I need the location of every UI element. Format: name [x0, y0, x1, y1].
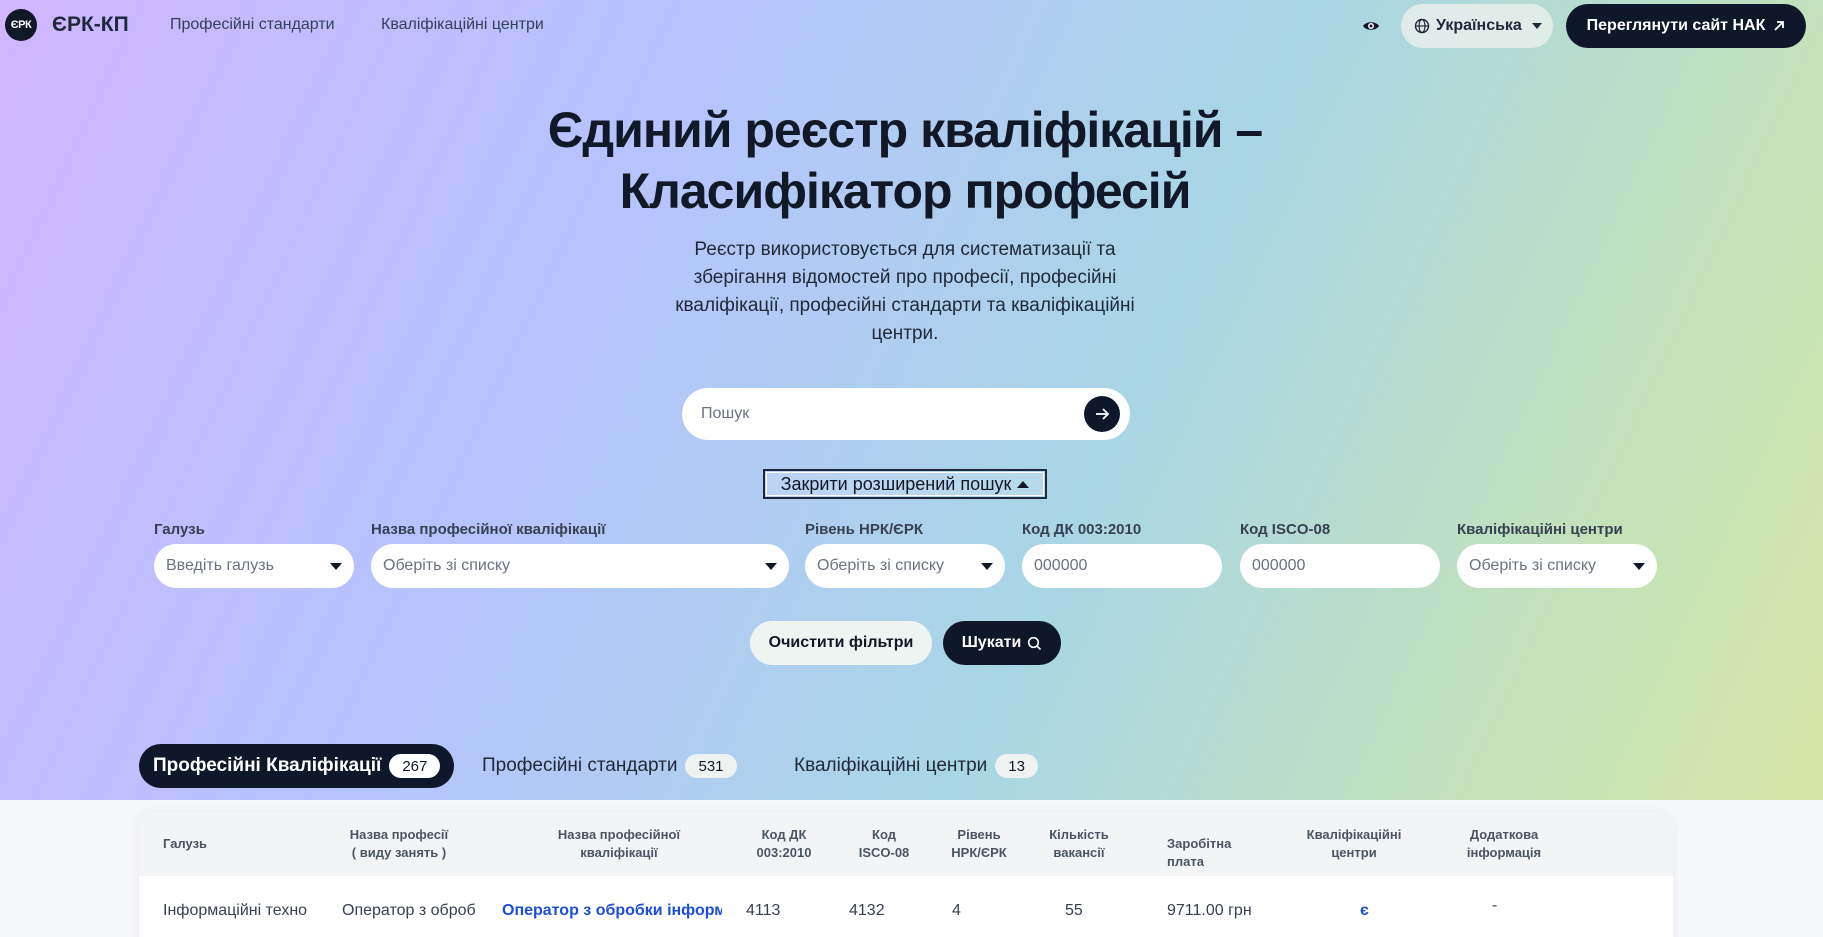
nav-link-qualification-centers[interactable]: Кваліфікаційні центри — [381, 16, 544, 34]
clear-filters-button[interactable]: Очистити фільтри — [750, 621, 932, 665]
site-header: ЄРК ЄРК-КП Професійні стандарти Кваліфік… — [0, 0, 1823, 52]
column-header-salary: Заробітна плата — [1167, 836, 1232, 869]
globe-icon — [1414, 18, 1430, 34]
column-header-profession-name: Назва професії ( виду занять ) — [349, 827, 449, 860]
column-header-qualification-centers: Кваліфікаційні центри — [1306, 827, 1402, 860]
tab-count-badge: 13 — [995, 754, 1038, 778]
page-title-line2: Класифікатор професій — [619, 163, 1192, 219]
filter-label-nqf-level: Рівень НРК/ЄРК — [805, 521, 923, 538]
filter-industry-placeholder: Введіть галузь — [166, 557, 274, 574]
filter-qualification-name-placeholder: Оберіть зі списку — [383, 557, 511, 574]
tab-label: Професійні стандарти — [482, 755, 678, 776]
tab-count-badge: 531 — [685, 754, 737, 778]
column-header-qualification-name: Назва професійної кваліфікації — [557, 827, 681, 860]
logo-text[interactable]: ЄРК-КП — [52, 13, 129, 37]
filter-label-qualification-centers: Кваліфікаційні центри — [1457, 521, 1623, 538]
advanced-search-toggle[interactable]: Закрити розширений пошук — [763, 469, 1047, 499]
cell-industry: Інформаційні техно — [163, 902, 308, 919]
filter-isco-code-placeholder: 000000 — [1252, 557, 1306, 574]
search-icon — [1028, 636, 1042, 650]
column-header-industry: Галузь — [163, 836, 208, 851]
tab-professional-qualifications[interactable]: Професійні Кваліфікації 267 — [139, 744, 455, 788]
column-header-vacancies: Кількість вакансії — [1049, 827, 1109, 860]
page-subtitle: Реєстр використовується для систематизац… — [675, 239, 1135, 344]
eye-icon[interactable] — [1361, 16, 1381, 36]
filter-qualification-centers-placeholder: Оберіть зі списку — [1469, 557, 1597, 574]
view-nak-site-label: Переглянути сайт НАК — [1586, 17, 1766, 34]
nav-link-professional-standards[interactable]: Професійні стандарти — [170, 16, 335, 34]
tab-label: Професійні Кваліфікації — [153, 755, 382, 776]
cell-dk-code: 4113 — [746, 902, 781, 919]
page-title-line1: Єдиний реєстр кваліфікацій – — [547, 102, 1263, 158]
chevron-down-icon — [981, 563, 993, 570]
column-header-nqf-level: Рівень НРК/ЄРК — [951, 827, 1007, 860]
chevron-down-icon — [1633, 563, 1645, 570]
cell-qualification-name-link[interactable]: Оператор з обробки інформ — [502, 902, 722, 920]
filter-isco-code-input[interactable]: 000000 — [1240, 544, 1440, 588]
cell-isco-code: 4132 — [849, 902, 885, 919]
chevron-down-icon — [330, 563, 342, 570]
tab-qualification-centers[interactable]: Кваліфікаційні центри 13 — [794, 744, 1038, 788]
external-link-arrow-icon — [1774, 21, 1785, 31]
find-button[interactable]: Шукати — [943, 621, 1061, 665]
column-header-additional-info: Додаткова інформація — [1466, 827, 1542, 860]
search-box — [682, 388, 1130, 440]
language-selector[interactable]: Українська — [1401, 4, 1553, 48]
chevron-down-icon — [1531, 23, 1542, 29]
arrow-right-icon — [1096, 408, 1110, 420]
filter-label-dk-code: Код ДК 003:2010 — [1022, 521, 1142, 538]
filter-nqf-level-placeholder: Оберіть зі списку — [817, 557, 945, 574]
filter-qualification-centers-select[interactable]: Оберіть зі списку — [1457, 544, 1657, 588]
search-input[interactable] — [701, 405, 1061, 423]
cell-salary: 9711.00 грн — [1167, 902, 1252, 919]
cell-profession-name: Оператор з оброб — [342, 902, 476, 919]
filter-dk-code-placeholder: 000000 — [1034, 557, 1088, 574]
search-submit-button[interactable] — [1084, 396, 1120, 432]
logo-badge[interactable]: ЄРК — [5, 9, 37, 41]
qualifications-table: Галузь Назва професії ( виду занять ) На… — [139, 812, 1673, 937]
chevron-down-icon — [765, 563, 777, 570]
table-header: Галузь Назва професії ( виду занять ) На… — [139, 812, 1673, 876]
filter-label-industry: Галузь — [154, 521, 205, 538]
cell-vacancies: 55 — [1065, 902, 1083, 919]
filter-qualification-name-select[interactable]: Оберіть зі списку — [371, 544, 789, 588]
filter-label-qualification-name: Назва професійної кваліфікації — [371, 521, 606, 538]
advanced-search-toggle-label: Закрити розширений пошук — [780, 473, 1012, 494]
filter-dk-code-input[interactable]: 000000 — [1022, 544, 1222, 588]
language-label: Українська — [1436, 17, 1522, 34]
view-nak-site-button[interactable]: Переглянути сайт НАК — [1566, 4, 1806, 48]
column-header-dk-code: Код ДК 003:2010 — [756, 827, 812, 860]
filter-industry-select[interactable]: Введіть галузь — [154, 544, 354, 588]
cell-additional-info: - — [1492, 897, 1498, 914]
find-button-label: Шукати — [961, 634, 1022, 651]
filter-nqf-level-select[interactable]: Оберіть зі списку — [805, 544, 1005, 588]
tab-professional-standards[interactable]: Професійні стандарти 531 — [482, 744, 737, 788]
page-title: Єдиний реєстр кваліфікацій – Класифікато… — [0, 100, 1810, 222]
tab-label: Кваліфікаційні центри — [794, 755, 988, 776]
tab-count-badge: 267 — [389, 754, 441, 778]
cell-qualification-centers-link[interactable]: є — [1360, 902, 1369, 920]
caret-up-icon — [1017, 480, 1030, 488]
filter-label-isco-code: Код ISCO-08 — [1240, 521, 1331, 538]
column-header-isco-code: Код ISCO-08 — [858, 827, 910, 860]
cell-nqf-level: 4 — [952, 902, 961, 919]
